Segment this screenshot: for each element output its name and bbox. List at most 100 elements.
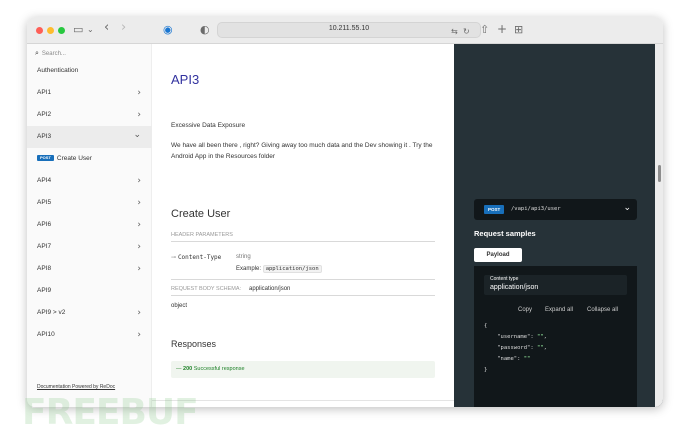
forward-button[interactable]: ›: [121, 21, 126, 35]
translate-icon[interactable]: ⇆: [451, 25, 458, 39]
param-name: ⊸ Content-Type: [171, 254, 221, 261]
example-label: Example:: [236, 266, 262, 272]
content-type-label: Content type: [490, 276, 519, 282]
scrollbar-thumb[interactable]: [658, 165, 661, 182]
privacy-shield-icon[interactable]: ◐: [200, 23, 210, 37]
body-schema-value: application/json: [249, 286, 291, 292]
json-value: "": [523, 356, 531, 362]
sample-code-box: Content type application/json Copy Expan…: [474, 266, 637, 407]
chevron-right-icon: ›: [137, 88, 141, 98]
param-type: string: [236, 254, 251, 260]
copy-button[interactable]: Copy: [518, 307, 532, 313]
content-type-value: application/json: [490, 284, 539, 291]
freebuf-watermark: FREEBUF: [22, 392, 199, 433]
sidebar-item-authentication[interactable]: Authentication: [27, 60, 152, 82]
sidebar-item-label: Authentication: [37, 67, 79, 74]
tab-payload[interactable]: Payload: [474, 248, 522, 262]
chevron-right-icon: ›: [137, 264, 141, 274]
sidebar-item-label: Create User: [56, 155, 92, 162]
request-samples-panel: POST /vapi/api3/user ⌄ Request samples P…: [454, 44, 663, 407]
sidebar-item-label: API7: [37, 243, 52, 250]
chevron-right-icon: ›: [137, 220, 141, 230]
sidebar-item-api9[interactable]: API9: [27, 280, 152, 302]
response-200-row[interactable]: — 200 Successful response: [171, 361, 435, 378]
tab-overview-icon[interactable]: ⊞: [514, 23, 523, 37]
request-samples-title: Request samples: [474, 229, 536, 238]
json-key: "username": [497, 334, 531, 340]
json-value: "": [537, 334, 544, 340]
divider: [171, 241, 435, 242]
endpoint-path: /vapi/api3/user: [511, 206, 561, 212]
responses-title: Responses: [171, 339, 217, 349]
sidebar-item-label: API9 > v2: [37, 309, 66, 316]
browser-titlebar: ▭ ⌄ ‹ › ◉ ◐ 10.211.55.10 ⇆ ↻ ⇧ + ⊞: [27, 17, 663, 44]
zoom-window-button[interactable]: [58, 27, 65, 34]
response-dash: —: [176, 366, 184, 372]
param-name-text: Content-Type: [177, 254, 222, 261]
sidebar-item-label: API10: [37, 331, 55, 338]
sidebar-item-api6[interactable]: API6 ›: [27, 214, 152, 236]
address-bar[interactable]: 10.211.55.10: [217, 22, 481, 38]
sidebar-item-label: API1: [37, 89, 52, 96]
chevron-right-icon: ›: [137, 176, 141, 186]
sidebar-item-api4[interactable]: API4 ›: [27, 170, 152, 192]
sidebar-item-api2[interactable]: API2 ›: [27, 104, 152, 126]
sidebar: ⌕ Search... Authentication API1 › API2 › …: [27, 44, 152, 407]
sidebar-item-label: API2: [37, 111, 52, 118]
sidebar-item-api5[interactable]: API5 ›: [27, 192, 152, 214]
minimize-window-button[interactable]: [47, 27, 54, 34]
chevron-right-icon: ›: [137, 198, 141, 208]
back-button[interactable]: ‹: [104, 21, 109, 35]
address-bar-url: 10.211.55.10: [328, 25, 370, 32]
operation-title: Create User: [171, 208, 231, 220]
body-type: object: [171, 303, 188, 309]
body-schema-label: REQUEST BODY SCHEMA:: [171, 286, 242, 292]
main-content: API3 Excessive Data Exposure We have all…: [152, 44, 454, 407]
post-method-badge: POST: [484, 205, 505, 214]
sidebar-item-label: API5: [37, 199, 52, 206]
header-params-label: HEADER PARAMETERS: [171, 232, 233, 238]
browser-window: ▭ ⌄ ‹ › ◉ ◐ 10.211.55.10 ⇆ ↻ ⇧ + ⊞ ⌕ Sear…: [27, 17, 663, 407]
share-icon[interactable]: ⇧: [480, 23, 489, 37]
search-input[interactable]: Search...: [42, 51, 66, 57]
json-sample: { "username": "", "password": "", "name"…: [484, 323, 547, 373]
sidebar-item-label: API4: [37, 177, 52, 184]
api-title: API3: [171, 72, 200, 87]
sidebar-item-api7[interactable]: API7 ›: [27, 236, 152, 258]
sidebar-toggle-icon[interactable]: ▭: [73, 23, 83, 37]
site-favicon-icon: ◉: [163, 23, 173, 36]
sidebar-item-label: API9: [37, 287, 52, 294]
json-key: "name": [497, 356, 518, 362]
new-tab-icon[interactable]: +: [497, 22, 507, 36]
search-icon: ⌕: [35, 49, 39, 57]
chevron-down-icon: ⌄: [623, 203, 631, 213]
chevron-right-icon: ›: [137, 308, 141, 318]
sidebar-item-create-user[interactable]: POST Create User: [27, 148, 152, 170]
example-value: application/json: [262, 265, 322, 273]
content-type-selector[interactable]: Content type application/json: [484, 275, 627, 295]
sidebar-item-api8[interactable]: API8 ›: [27, 258, 152, 280]
chevron-right-icon: ›: [137, 330, 141, 340]
divider: [171, 279, 435, 280]
endpoint-selector[interactable]: POST /vapi/api3/user ⌄: [474, 199, 637, 220]
close-window-button[interactable]: [36, 27, 43, 34]
sidebar-item-api3[interactable]: API3 ⌄: [27, 126, 152, 148]
chevron-down-icon[interactable]: ⌄: [87, 23, 94, 37]
sidebar-item-api10[interactable]: API10 ›: [27, 324, 152, 346]
expand-all-button[interactable]: Expand all: [545, 307, 573, 313]
json-value: "": [537, 345, 544, 351]
post-method-badge: POST: [37, 155, 54, 162]
redoc-powered-link[interactable]: Documentation Powered by ReDoc: [37, 384, 115, 390]
json-key: "password": [497, 345, 531, 351]
reload-icon[interactable]: ↻: [463, 25, 470, 39]
chevron-right-icon: ›: [137, 110, 141, 120]
sidebar-item-label: API3: [37, 133, 52, 140]
response-code: 200: [183, 366, 193, 372]
sidebar-item-api9-v2[interactable]: API9 > v2 ›: [27, 302, 152, 324]
sidebar-item-label: API6: [37, 221, 52, 228]
sidebar-item-api1[interactable]: API1 ›: [27, 82, 152, 104]
scrollbar-track[interactable]: [655, 44, 663, 407]
collapse-all-button[interactable]: Collapse all: [587, 307, 618, 313]
tree-line-icon: ⊸: [171, 254, 178, 261]
sidebar-item-label: API8: [37, 265, 52, 272]
